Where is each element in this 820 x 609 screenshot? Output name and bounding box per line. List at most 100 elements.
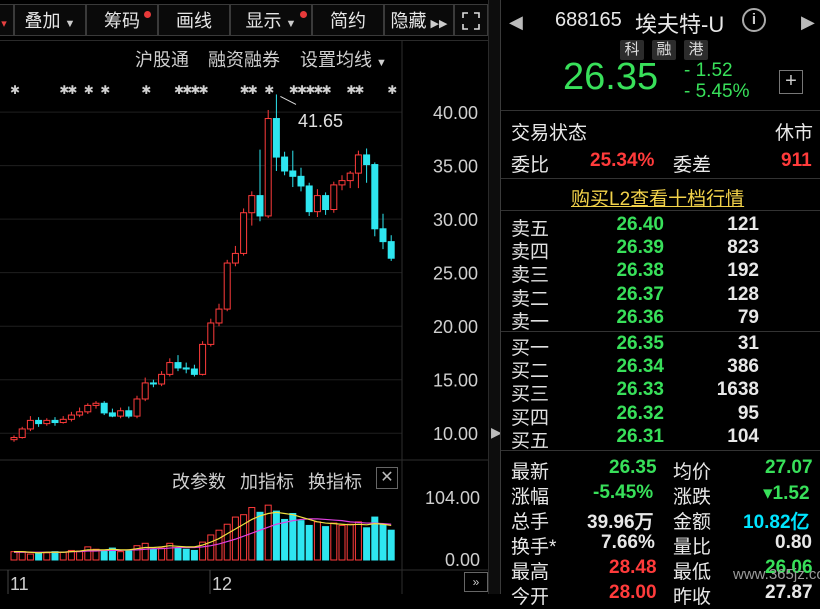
bid-level-label: 买五 <box>511 430 550 452</box>
candle-body <box>313 195 321 213</box>
price-change: - 1.52 <box>684 60 733 81</box>
candlestick-series <box>10 94 395 442</box>
volume-bar <box>281 518 289 561</box>
volume-bar <box>256 511 264 561</box>
ask-price: 26.40 <box>616 214 664 235</box>
event-marker-icon: ✱ <box>264 83 274 97</box>
chevron-down-icon: ▼ <box>64 18 76 30</box>
candle-body <box>248 195 256 214</box>
scroll-right-button[interactable]: » <box>464 572 488 592</box>
ask-row[interactable]: 卖二 26.37 128 <box>501 283 820 310</box>
volume-bar <box>354 521 362 561</box>
pct-value: -5.45% <box>593 482 654 503</box>
volume-bar <box>313 521 321 561</box>
edit-params-button[interactable]: 改参数 <box>172 468 226 494</box>
volume-bar <box>149 548 157 561</box>
candle-body <box>149 382 157 385</box>
volume-bar <box>363 527 371 561</box>
volume-bar <box>76 550 84 561</box>
ask-row[interactable]: 卖一 26.36 79 <box>501 306 820 333</box>
quote-panel: ◀ ▶ 688165 埃夫特-U i 科 融 港 26.35 - 1.52 - … <box>500 0 820 608</box>
kline-chart[interactable]: ✱ ✱✱ ✱ ✱ ✱ ✱✱✱✱ ✱✱ ✱ ✱✱✱✱✱ ✱✱ ✱ 40.0035.0030.0025.… <box>0 40 490 594</box>
open-value: 28.00 <box>609 582 657 603</box>
candle-body <box>281 156 289 172</box>
volume-ratio-value: 0.80 <box>775 532 812 553</box>
price-change-pct: - 5.45% <box>684 81 750 102</box>
candle-body <box>231 252 239 264</box>
volume-bar <box>174 547 182 561</box>
bid-row[interactable]: 买二 26.34 386 <box>501 356 820 382</box>
close-indicator-button[interactable]: ✕ <box>376 467 398 489</box>
ask-price: 26.37 <box>616 283 664 305</box>
candle-body <box>190 368 198 375</box>
volume-bar <box>215 529 223 561</box>
chart-toolbar: ▾ 叠加 ▼ 筹码 画线 显示 ▼ 简约 隐藏 ▶▶ <box>0 0 488 41</box>
candle-body <box>125 410 133 417</box>
next-stock-button[interactable]: ▶ <box>801 12 815 33</box>
volume-bar <box>387 529 395 561</box>
info-button[interactable]: i <box>742 8 766 32</box>
volume-bar <box>59 551 67 561</box>
fullscreen-icon <box>462 12 480 30</box>
change-indicator-button[interactable]: 换指标 <box>308 468 362 494</box>
event-marker-icon: ✱ <box>322 83 332 97</box>
trade-status: 休市 <box>775 123 814 144</box>
high-label: 最高 <box>511 562 550 583</box>
l2-upgrade-link[interactable]: 购买L2查看十档行情 <box>571 184 744 211</box>
candle-body <box>92 402 100 406</box>
price-tick-label: 20.00 <box>433 317 478 337</box>
display-label: 显示 <box>245 11 282 31</box>
ask-volume: 128 <box>727 283 759 305</box>
volume-bar <box>158 547 166 561</box>
candle-body <box>100 402 108 414</box>
candle-body <box>330 184 338 211</box>
chevron-down-icon: ▼ <box>285 18 297 30</box>
overlay-label: 叠加 <box>24 11 61 31</box>
bid-row[interactable]: 买四 26.32 95 <box>501 403 820 429</box>
chips-button[interactable]: 筹码 <box>86 4 158 36</box>
draw-button[interactable]: 画线 <box>158 4 230 36</box>
ask-row[interactable]: 卖四 26.39 823 <box>501 237 820 263</box>
volume-bar <box>338 524 346 561</box>
candle-body <box>215 308 223 324</box>
candle-body <box>305 185 313 213</box>
bid-row[interactable]: 买三 26.33 1638 <box>501 379 820 405</box>
volume-bar <box>207 534 215 561</box>
display-button[interactable]: 显示 ▼ <box>230 4 312 36</box>
bid-row[interactable]: 买五 26.31 104 <box>501 426 820 452</box>
candle-body <box>26 419 34 430</box>
ask-price: 26.39 <box>616 237 664 259</box>
simple-button[interactable]: 简约 <box>312 4 384 36</box>
candle-body <box>207 322 215 345</box>
volume-bar <box>141 542 149 561</box>
add-watchlist-button[interactable]: + <box>779 70 803 94</box>
bid-row[interactable]: 买一 26.35 31 <box>501 333 820 359</box>
event-marker-icon: ✱ <box>10 83 20 97</box>
overlay-button[interactable]: 叠加 ▼ <box>14 4 86 36</box>
volume-axis: 104.00 0.00 <box>425 488 480 570</box>
prev-close-label: 昨收 <box>673 587 712 608</box>
toolbar-dropdown-button[interactable]: ▾ <box>0 4 14 36</box>
candle-body <box>240 212 248 254</box>
event-marker-icon: ✱ <box>248 83 258 97</box>
ask-row[interactable]: 卖五 26.40 121 <box>501 214 820 240</box>
volume-bar <box>297 520 305 561</box>
candle-body <box>322 195 330 211</box>
hide-button[interactable]: 隐藏 ▶▶ <box>384 4 454 36</box>
event-marker-icon: ✱ <box>387 83 397 97</box>
candle-body <box>10 437 18 441</box>
volume-bar <box>125 550 133 561</box>
prev-stock-button[interactable]: ◀ <box>509 12 523 33</box>
ask-volume: 121 <box>727 214 759 235</box>
hide-label: 隐藏 <box>390 11 427 31</box>
fullscreen-button[interactable] <box>454 4 488 36</box>
chart-gridlines <box>0 40 488 594</box>
add-indicator-button[interactable]: 加指标 <box>240 468 294 494</box>
ask-row[interactable]: 卖三 26.38 192 <box>501 260 820 286</box>
volume-bar <box>84 546 92 561</box>
candle-body <box>35 419 43 425</box>
event-marker-icon: ✱ <box>141 83 151 97</box>
event-marker-icon: ✱ <box>199 83 209 97</box>
ask-price: 26.36 <box>616 306 664 328</box>
turnover-value: 7.66% <box>601 532 655 553</box>
